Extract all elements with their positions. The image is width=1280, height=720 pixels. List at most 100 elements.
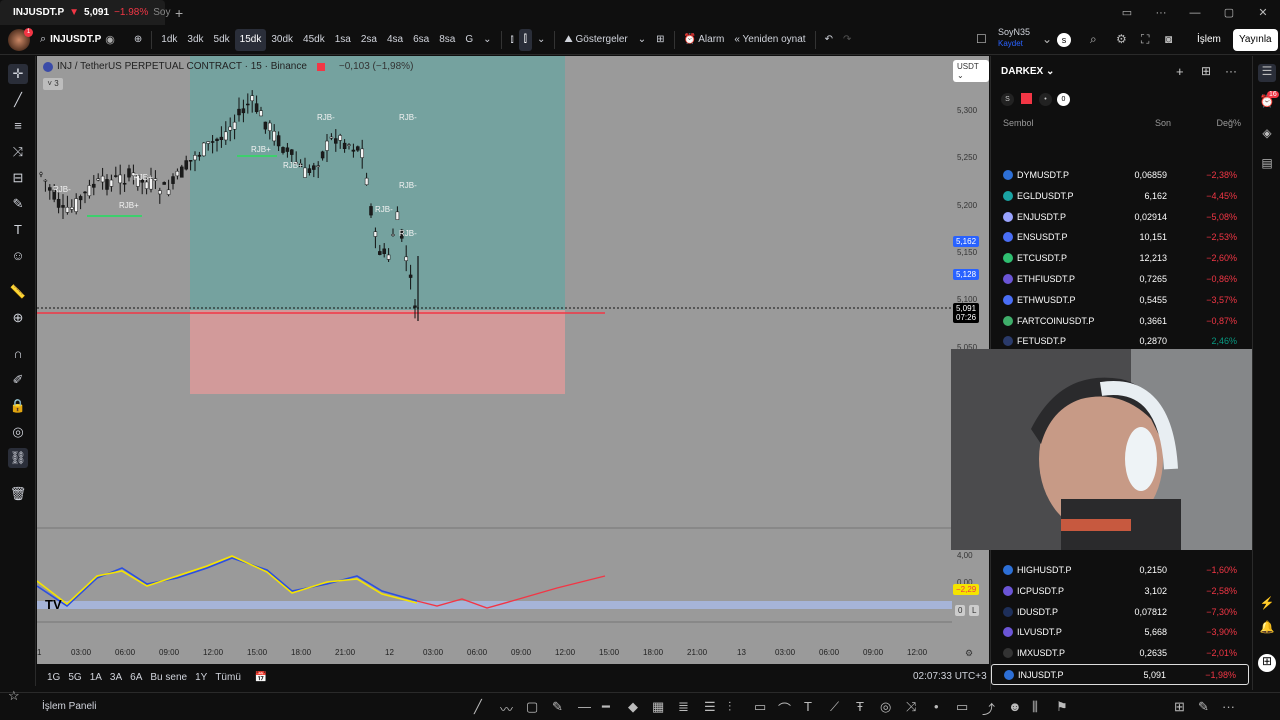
redo-icon[interactable]: ↷	[838, 29, 856, 51]
screen-icon[interactable]: ▭	[1110, 6, 1144, 19]
magnet-icon[interactable]: ∩	[8, 344, 28, 364]
trash-icon[interactable]: 🗑	[8, 484, 28, 504]
replay-button[interactable]: « Yeniden oynat	[729, 29, 810, 51]
link-icon[interactable]: ⛓	[8, 448, 28, 468]
checkbox-icon[interactable]: ☐	[976, 32, 987, 46]
watchlist-icon[interactable]: ☰	[1258, 64, 1276, 82]
period-1y[interactable]: 1Y	[191, 672, 211, 683]
flag-icon[interactable]: ⚑	[1056, 699, 1068, 715]
trend-line-icon[interactable]: ╱	[8, 90, 28, 110]
period-5g[interactable]: 5G	[64, 672, 85, 683]
fill-icon[interactable]: ◆	[628, 699, 638, 715]
undo-icon[interactable]: ↶	[820, 29, 838, 51]
indicator-flag[interactable]: 0	[955, 605, 966, 616]
horizontal-line-icon[interactable]: ━	[602, 699, 610, 715]
publish-button[interactable]: Yayınla	[1233, 29, 1278, 51]
text-icon[interactable]: T	[804, 699, 812, 714]
interval-1sa[interactable]: 1sa	[330, 29, 356, 51]
watch-icon[interactable]: ◉	[105, 33, 115, 46]
target-icon[interactable]: ◎	[880, 699, 891, 715]
brush-icon[interactable]: ✎	[8, 194, 28, 214]
notifications-icon[interactable]: 🔔	[1258, 620, 1276, 638]
watchlist-row[interactable]: FARTCOINUSDT.P 0,3661 −0,87%	[991, 311, 1249, 332]
column-change[interactable]: Değ%	[1216, 118, 1241, 128]
chevron-down-icon[interactable]: ⌄	[478, 29, 496, 51]
more-icon[interactable]: ···	[1225, 64, 1237, 78]
indicators-button[interactable]: ⛰ Göstergeler	[559, 29, 632, 51]
chat-icon[interactable]: ▤	[1258, 156, 1276, 174]
currency-selector[interactable]: USDT ⌄	[953, 60, 989, 82]
dot-icon[interactable]: •	[934, 699, 939, 714]
candle-style-icon[interactable]: ⫿	[518, 28, 532, 51]
watchlist-row[interactable]: IDUSDT.P 0,07812 −7,30%	[991, 602, 1249, 623]
period-1a[interactable]: 1A	[86, 672, 106, 683]
apps-icon[interactable]: ⊞	[1258, 654, 1276, 672]
watchlist-row[interactable]: DYMUSDT.P 0,06859 −2,38%	[991, 165, 1249, 186]
period-ytd[interactable]: Bu sene	[146, 672, 191, 683]
eye-icon[interactable]: ◎	[8, 422, 28, 442]
fib-icon[interactable]: ≡	[8, 116, 28, 136]
badge-count[interactable]: 0	[1057, 93, 1070, 106]
interval-45dk[interactable]: 45dk	[298, 29, 330, 51]
chart-canvas[interactable]: RJB- RJB+ RJB+ RJB- RJB+ RJB- RJB- RJB- RJB+ RJB-	[37, 56, 989, 664]
close-icon[interactable]: ✕	[1246, 6, 1280, 19]
layout-icon[interactable]: ⊞	[1201, 64, 1211, 78]
bar-style-icon[interactable]: ⫾	[506, 29, 519, 51]
watchlist-title[interactable]: DARKEX ⌄	[1001, 66, 1054, 77]
date-range-icon[interactable]: 📅	[251, 672, 271, 683]
polyline-icon[interactable]: 〰	[500, 699, 513, 718]
interval-30dk[interactable]: 30dk	[266, 29, 298, 51]
watchlist-row[interactable]: HIGHUSDT.P 0,2150 −1,60%	[991, 560, 1249, 581]
watchlist-row[interactable]: EGLDUSDT.P 6,162 −4,45%	[991, 186, 1249, 207]
crosshair-icon[interactable]: ✛	[8, 64, 28, 84]
watchlist-row[interactable]: ENSUSDT.P 10,151 −2,53%	[991, 227, 1249, 248]
s-icon[interactable]: S	[1001, 93, 1014, 106]
period-3a[interactable]: 3A	[106, 672, 126, 683]
watchlist-row[interactable]: IMXUSDT.P 0,2635 −2,01%	[991, 643, 1249, 664]
camera-icon[interactable]: ◙	[1165, 32, 1172, 46]
fib-icon[interactable]: ≣	[678, 699, 689, 715]
ruler-icon[interactable]: 📏	[8, 282, 28, 302]
lock-icon[interactable]: 🔒	[8, 396, 28, 416]
interval-4sa[interactable]: 4sa	[382, 29, 408, 51]
axis-settings-icon[interactable]: ⚙	[965, 648, 973, 659]
bot-icon[interactable]: ☻	[1008, 699, 1022, 714]
add-symbol-icon[interactable]: ⊕	[129, 29, 147, 51]
arc-icon[interactable]: ⌒	[778, 699, 791, 718]
zoom-icon[interactable]: ⌕	[1090, 32, 1097, 47]
trade-button[interactable]: İşlem	[1193, 29, 1225, 51]
price-chart[interactable]: RJB- RJB+ RJB+ RJB- RJB+ RJB- RJB- RJB- RJB+ RJB-…	[37, 56, 989, 664]
anchor-text-icon[interactable]: Ŧ	[856, 699, 864, 714]
user-menu[interactable]: SoyN35 Kaydet	[998, 27, 1030, 49]
chart-clock[interactable]: 02:07:33 UTC+3	[913, 671, 987, 682]
maximize-icon[interactable]: ▢	[1212, 6, 1246, 19]
trade-panel-label[interactable]: İşlem Paneli	[42, 701, 96, 712]
period-1g[interactable]: 1G	[43, 672, 64, 683]
stay-drawing-icon[interactable]: ✐	[8, 370, 28, 390]
forecast-icon[interactable]: ⊟	[8, 168, 28, 188]
settings-icon[interactable]: ⚙	[1116, 32, 1127, 46]
period-all[interactable]: Tümü	[211, 672, 245, 683]
interval-6sa[interactable]: 6sa	[408, 29, 434, 51]
text-icon[interactable]: T	[8, 220, 28, 240]
flag-icon[interactable]	[1021, 93, 1032, 104]
callout-icon[interactable]: ▢	[526, 699, 538, 715]
path-icon[interactable]: ⤴	[982, 699, 995, 718]
interval-2sa[interactable]: 2sa	[356, 29, 382, 51]
add-symbol-icon[interactable]: +	[1176, 64, 1184, 79]
comment-icon[interactable]: ▭	[956, 699, 968, 715]
watchlist-row[interactable]: INJUSDT.P 5,091 −1,98%	[991, 664, 1249, 685]
indicator-flag[interactable]: L	[969, 605, 980, 616]
horizontal-ray-icon[interactable]: —	[578, 699, 591, 714]
channel-icon[interactable]: ☰	[704, 699, 716, 715]
chevron-down-icon[interactable]: ⌄	[532, 29, 550, 51]
dot-icon[interactable]: •	[1039, 93, 1052, 106]
pattern-icon[interactable]: ⤨	[8, 142, 28, 162]
layout-icon[interactable]: ⊞	[651, 29, 669, 51]
edit-icon[interactable]: ✎	[1198, 699, 1209, 715]
interval-3dk[interactable]: 3dk	[182, 29, 208, 51]
interval-1dk[interactable]: 1dk	[156, 29, 182, 51]
alarm-button[interactable]: ⏰ Alarm	[679, 29, 730, 51]
chevron-down-icon[interactable]: ⌄	[1042, 32, 1052, 46]
watchlist-row[interactable]: ICPUSDT.P 3,102 −2,58%	[991, 581, 1249, 602]
